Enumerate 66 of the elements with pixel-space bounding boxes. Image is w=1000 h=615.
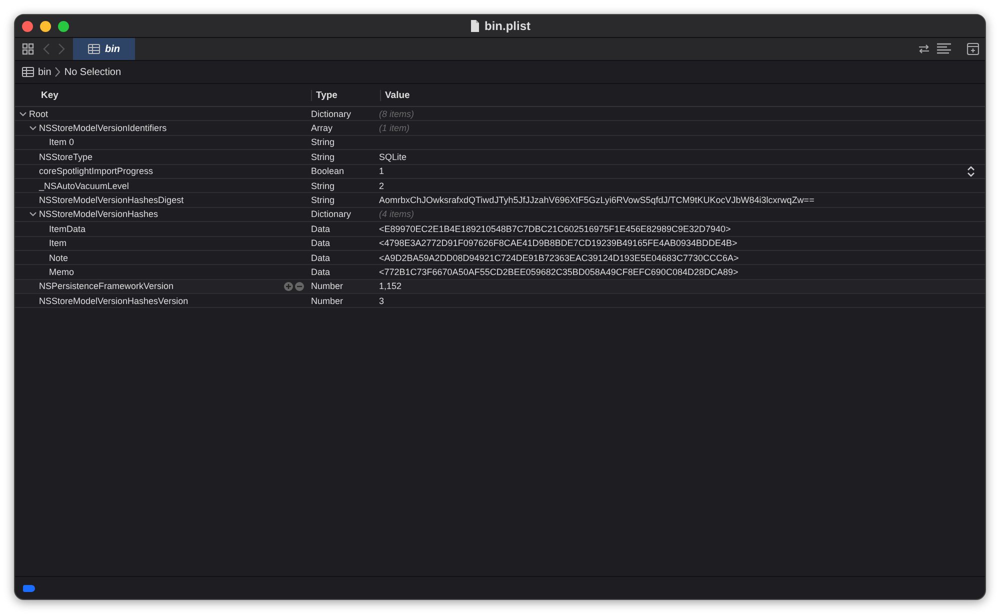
- key-cell-text: NSStoreModelVersionHashesDigest: [39, 195, 185, 206]
- column-header[interactable]: Key: [15, 90, 311, 100]
- type-cell: String: [311, 137, 335, 148]
- breadcrumb-item[interactable]: No Selection: [64, 66, 122, 78]
- key-cell-text: Root: [29, 108, 50, 119]
- value-cell-text: 1: [379, 166, 386, 176]
- type-cell: Boolean: [311, 166, 344, 176]
- type-cell: Data: [311, 266, 330, 277]
- key-cell-text: _NSAutoVacuumLevel: [39, 180, 130, 191]
- table-icon: [88, 44, 100, 54]
- type-cell: Data: [311, 224, 330, 234]
- type-cell: Dictionary: [311, 108, 352, 119]
- zoom-button[interactable]: [58, 20, 69, 32]
- disclosure-chevron-icon[interactable]: [29, 210, 37, 218]
- value-cell-text: (1 item): [379, 123, 411, 134]
- value-cell-text: 1,152: [379, 281, 403, 292]
- value-cell-text: (8 items): [379, 108, 416, 119]
- key-cell-text: NSStoreModelVersionHashes: [39, 209, 160, 220]
- key-cell-text: NSStoreType: [39, 152, 94, 162]
- value-cell-text: 2: [379, 180, 386, 191]
- disclosure-chevron-icon[interactable]: [29, 124, 37, 132]
- value-cell-text: <E89970EC2E1B4E189210548B7C7DBC21C602516975F1E456E82989C9E32D7940>: [379, 224, 732, 234]
- value-cell-text: <A9D2BA59A2DD08D94921C724DE91B72363EAC39124D193E5E04683C7730CCC6A>: [379, 252, 740, 263]
- key-cell-text: Item 0: [49, 137, 76, 148]
- key-cell-text: Note: [49, 252, 70, 263]
- file-tab[interactable]: bin: [73, 38, 135, 60]
- stepper-icon[interactable]: [967, 166, 975, 177]
- value-cell-text: <772B1C73F6670A50AF55CD2BEE059682C35BD058A49CF8EFC690C084D28DCA89>: [379, 266, 740, 277]
- breadcrumb-item[interactable]: bin: [38, 66, 52, 78]
- remove-icon[interactable]: [295, 282, 304, 291]
- key-cell-text: Memo: [49, 266, 76, 277]
- document-icon: [470, 20, 480, 32]
- key-cell-text: NSStoreModelVersionIdentifiers: [39, 123, 168, 134]
- column-header[interactable]: Type: [311, 90, 380, 100]
- key-cell-text: ItemData: [49, 224, 87, 234]
- type-cell: Number: [311, 296, 344, 306]
- swap-arrows-icon[interactable]: [918, 43, 930, 55]
- value-cell-text: AomrbxChJOwksrafxdQTiwdJTyh5JfJJzahV696XtF5GzLyi6RVowS5qfdJ/TCM9tKUKocVJbW84i3lcxrwqZw==: [379, 195, 816, 206]
- column-header[interactable]: Value: [380, 90, 410, 100]
- window-title: bin.plist: [484, 19, 530, 33]
- text-lines-icon[interactable]: [937, 43, 951, 55]
- close-button[interactable]: [22, 20, 33, 32]
- key-cell-text: coreSpotlightImportProgress: [39, 166, 154, 176]
- table-icon: [22, 67, 34, 77]
- value-cell-text: 3: [379, 296, 386, 306]
- type-cell: String: [311, 180, 335, 191]
- minimize-button[interactable]: [40, 20, 51, 32]
- disclosure-chevron-icon[interactable]: [19, 110, 27, 118]
- type-cell: String: [311, 195, 335, 206]
- inspector-icon[interactable]: [967, 43, 979, 55]
- type-cell: Dictionary: [311, 209, 352, 220]
- type-cell: Array: [311, 123, 333, 134]
- value-cell-text: SQLite: [379, 152, 408, 162]
- type-cell: Number: [311, 281, 344, 292]
- status-indicator: [23, 584, 35, 592]
- type-cell: String: [311, 152, 335, 162]
- grid-icon[interactable]: [22, 43, 34, 55]
- value-cell-text: (4 items): [379, 209, 416, 220]
- chevron-icon: [55, 67, 60, 77]
- value-cell-text: <4798E3A2772D91F097626F8CAE41D9B8BDE7CD19239B49165FE4AB0934BDDE4B>: [379, 238, 738, 248]
- key-cell-text: Item: [49, 238, 68, 248]
- key-cell-text: NSPersistenceFrameworkVersion: [39, 281, 175, 292]
- key-cell-text: NSStoreModelVersionHashesVersion: [39, 296, 190, 306]
- type-cell: Data: [311, 238, 330, 248]
- type-cell: Data: [311, 252, 330, 263]
- add-icon[interactable]: [284, 282, 293, 291]
